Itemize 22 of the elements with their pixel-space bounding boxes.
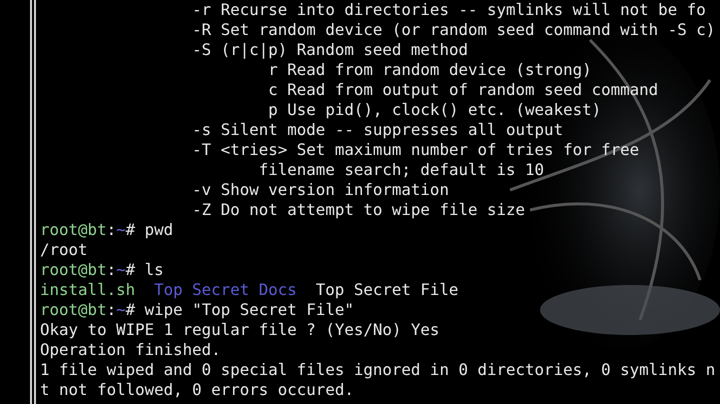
terminal-output-line: -s Silent mode -- suppresses all output xyxy=(191,120,564,140)
command-prompt-line: root@bt:~# ls xyxy=(40,260,164,280)
terminal-output-line: -Z Do not attempt to wipe file size xyxy=(191,200,526,220)
file-name: install.sh xyxy=(40,280,136,300)
command-prompt-line: root@bt:~# pwd xyxy=(40,220,174,240)
command-prompt-line: root@bt:~# wipe "Top Secret File" xyxy=(40,300,354,320)
terminal-output-line: -S (r|c|p) Random seed method xyxy=(191,40,468,60)
terminal-output-line: -R Set random device (or random seed command with -S c) xyxy=(191,20,716,40)
terminal-output-line: Okay to WIPE 1 regular file ? (Yes/No) Yes xyxy=(40,320,440,340)
terminal-output-line: Operation finished. xyxy=(40,340,221,360)
terminal-output-line: -r Recurse into directories -- symlinks will not be fo xyxy=(191,0,706,20)
terminal-output-line: /root xyxy=(40,240,88,260)
terminal-output-line: filename search; default is 10 xyxy=(258,160,544,180)
terminal-output-line: t not followed, 0 errors occured. xyxy=(40,380,354,400)
file-name: Top Secret File xyxy=(316,280,458,300)
terminal-output-line: p Use pid(), clock() etc. (weakest) xyxy=(267,100,602,120)
terminal-output-line: -T <tries> Set maximum number of tries for free xyxy=(191,140,640,160)
terminal-output-line: c Read from output of random seed command xyxy=(267,80,658,100)
terminal-output-line: r Read from random device (strong) xyxy=(267,60,592,80)
terminal-output-line: -v Show version information xyxy=(191,180,449,200)
terminal-output-line: 1 file wiped and 0 special files ignored in 0 directories, 0 symlinks n xyxy=(40,360,716,380)
file-name: Top Secret Docs xyxy=(154,280,297,300)
